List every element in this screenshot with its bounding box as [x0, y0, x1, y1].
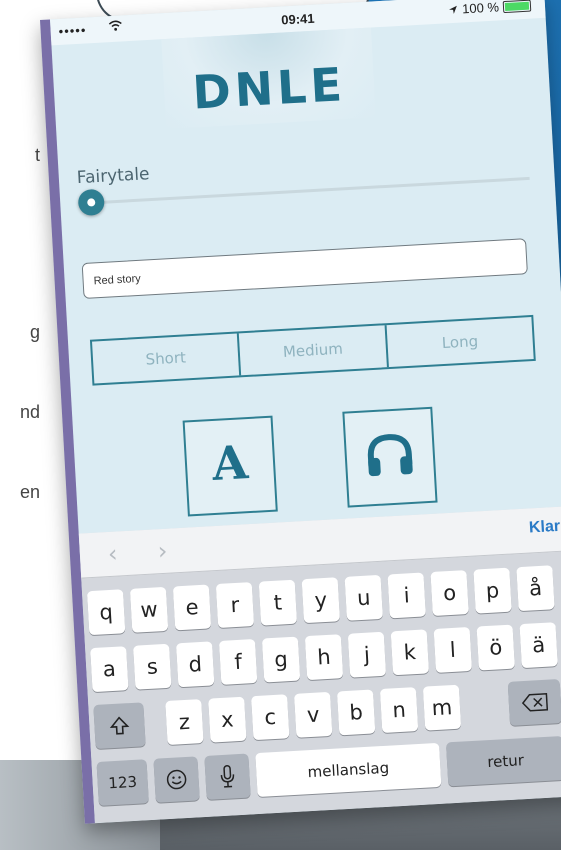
key-i[interactable]: i: [387, 572, 426, 619]
key-auml[interactable]: ä: [519, 622, 558, 669]
key-w[interactable]: w: [129, 586, 169, 633]
headphones-icon: [367, 434, 413, 477]
key-f[interactable]: f: [218, 638, 258, 685]
key-o[interactable]: o: [430, 570, 469, 616]
key-h[interactable]: h: [304, 634, 344, 681]
genre-label: Fairytale: [76, 164, 151, 189]
key-e[interactable]: e: [172, 584, 212, 631]
emoji-key[interactable]: [153, 756, 200, 803]
length-option-medium[interactable]: Medium: [237, 325, 387, 376]
key-t[interactable]: t: [258, 579, 298, 626]
text-mode-glyph: A: [210, 435, 250, 492]
key-v[interactable]: v: [294, 691, 333, 738]
shift-arrow-icon: [109, 716, 130, 735]
side-text-1: t: [34, 145, 40, 165]
backspace-icon: [521, 692, 549, 712]
key-j[interactable]: j: [347, 631, 387, 678]
key-u[interactable]: u: [344, 574, 383, 621]
shift-key[interactable]: [93, 702, 146, 750]
key-ouml[interactable]: ö: [476, 624, 515, 671]
side-text-3: nd: [19, 402, 40, 422]
key-p[interactable]: p: [473, 567, 512, 614]
key-l[interactable]: l: [433, 626, 473, 673]
key-m[interactable]: m: [422, 684, 462, 731]
battery-icon: [502, 0, 532, 13]
key-z[interactable]: z: [165, 699, 204, 746]
text-mode-button[interactable]: A: [182, 415, 278, 517]
delete-key[interactable]: [507, 679, 561, 726]
key-aring[interactable]: å: [516, 565, 555, 612]
key-g[interactable]: g: [261, 636, 301, 683]
key-x[interactable]: x: [208, 696, 247, 743]
audio-mode-button[interactable]: [342, 406, 438, 508]
app-logo: DNLE: [191, 57, 348, 120]
key-y[interactable]: y: [301, 577, 341, 624]
side-text-2: g: [29, 322, 40, 342]
keyboard-accessory-bar: ‹ › Klar: [78, 506, 561, 579]
status-right: 100 %: [448, 0, 532, 17]
return-key[interactable]: retur: [445, 735, 561, 787]
numbers-key[interactable]: 123: [96, 759, 149, 806]
previous-field-arrow-icon[interactable]: ‹: [107, 540, 118, 568]
key-d[interactable]: d: [176, 641, 215, 688]
key-q[interactable]: q: [86, 589, 126, 636]
genre-slider-thumb[interactable]: [77, 188, 105, 217]
microphone-icon: [220, 764, 235, 788]
key-a[interactable]: a: [90, 646, 129, 693]
genre-slider-track[interactable]: [90, 176, 530, 205]
key-r[interactable]: r: [215, 582, 255, 628]
battery-percent: 100 %: [461, 0, 500, 17]
space-key[interactable]: mellanslag: [255, 742, 442, 798]
emoji-icon: [166, 769, 187, 790]
location-arrow-icon: [449, 5, 457, 14]
length-option-short[interactable]: Short: [92, 333, 239, 383]
side-text-4: en: [19, 482, 40, 502]
onscreen-keyboard: ‹ › Klar q w e r t y u i o p å a s d f g…: [78, 506, 561, 824]
length-selector: Short Medium Long: [89, 314, 536, 386]
story-title-input[interactable]: Red story: [81, 238, 528, 299]
dictation-key[interactable]: [204, 753, 251, 800]
key-c[interactable]: c: [251, 694, 290, 741]
done-button[interactable]: Klar: [529, 518, 561, 538]
key-b[interactable]: b: [336, 689, 376, 736]
next-field-arrow-icon[interactable]: ›: [157, 537, 168, 565]
logo-area: DNLE: [161, 27, 376, 130]
length-option-long[interactable]: Long: [384, 317, 534, 368]
phone-screen: ••••• 09:41 100 % DNLE Fairytale Red sto…: [40, 0, 561, 824]
key-n[interactable]: n: [379, 687, 419, 734]
key-s[interactable]: s: [133, 643, 172, 690]
key-k[interactable]: k: [390, 629, 430, 676]
